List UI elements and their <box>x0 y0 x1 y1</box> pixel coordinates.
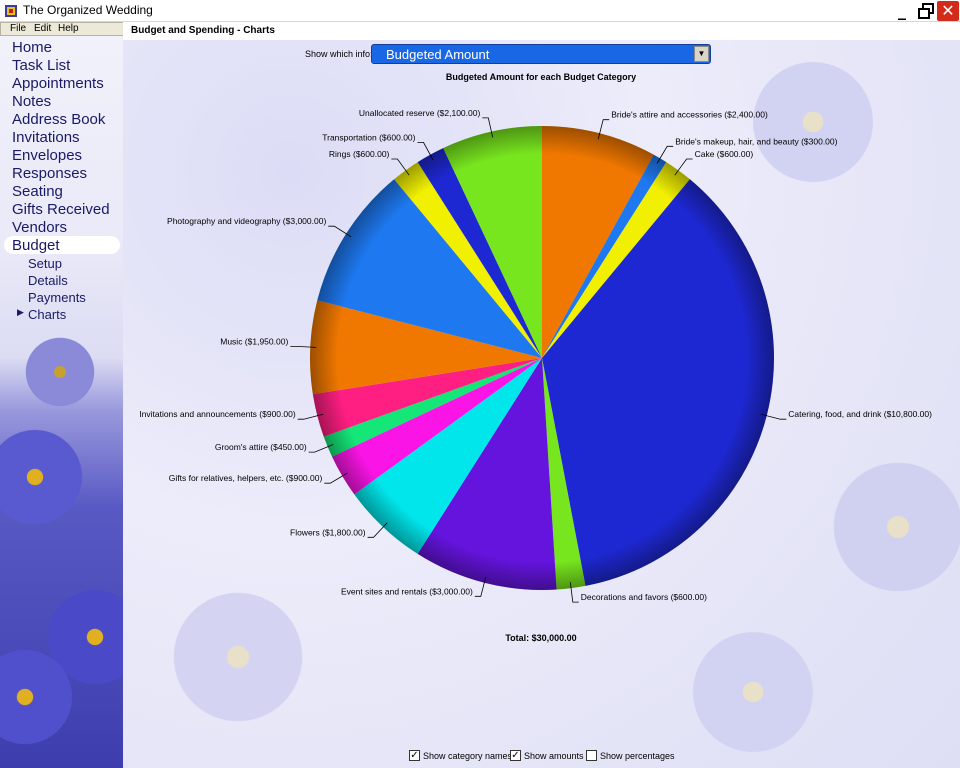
nav-notes[interactable]: Notes <box>12 93 51 110</box>
menu-help[interactable]: Help <box>58 23 79 35</box>
chart-title: Budgeted Amount for each Budget Category <box>446 72 636 82</box>
window-title: The Organized Wedding <box>23 3 153 17</box>
nav-envelopes[interactable]: Envelopes <box>12 147 82 164</box>
pie-chart: Budgeted Amount for each Budget Category… <box>139 72 932 643</box>
pie-slice-label: Bride's attire and accessories ($2,400.0… <box>611 110 768 120</box>
option-category-names-label: Show category names <box>423 751 513 761</box>
flower-decoration <box>0 422 90 532</box>
main-panel: Budget and Spending - Charts Show which … <box>123 22 960 768</box>
menu-edit[interactable]: Edit <box>34 23 51 35</box>
option-amounts-label: Show amounts <box>524 751 584 761</box>
pie-slice-label: Rings ($600.00) <box>329 149 390 159</box>
app-icon <box>5 5 17 17</box>
nav-seating[interactable]: Seating <box>12 183 63 200</box>
restore-icon[interactable] <box>916 1 936 21</box>
option-percentages-label: Show percentages <box>600 751 675 761</box>
flower-decoration <box>20 332 100 412</box>
nav-budget[interactable]: Budget <box>12 237 60 254</box>
nav-appointments[interactable]: Appointments <box>12 75 104 92</box>
nav-address-book[interactable]: Address Book <box>12 111 105 128</box>
menu-file[interactable]: File <box>10 23 26 35</box>
nav-responses[interactable]: Responses <box>12 165 87 182</box>
pie-slice-label: Groom's attire ($450.00) <box>215 442 307 452</box>
chart-total: Total: $30,000.00 <box>505 633 576 643</box>
nav-budget-setup[interactable]: Setup <box>28 256 62 271</box>
pie-slice-label: Event sites and rentals ($3,000.00) <box>341 586 473 596</box>
pie-slice-label: Catering, food, and drink ($10,800.00) <box>788 409 932 419</box>
menu-bar: File Edit Help <box>0 22 123 36</box>
minimize-icon[interactable]: _ <box>892 1 912 21</box>
pie-slice-label: Cake ($600.00) <box>695 149 754 159</box>
pie-slice-label: Flowers ($1,800.00) <box>290 527 366 537</box>
nav-budget-details[interactable]: Details <box>28 273 68 288</box>
close-icon[interactable]: ✕ <box>937 1 959 21</box>
pie-slice-label: Transportation ($600.00) <box>322 132 415 142</box>
checkbox-category-names[interactable]: ✓ <box>409 750 420 761</box>
nav-home[interactable]: Home <box>12 39 52 56</box>
pie-slice-label: Bride's makeup, hair, and beauty ($300.0… <box>675 136 837 146</box>
title-bar: The Organized Wedding _ ✕ <box>0 0 960 22</box>
nav-invitations[interactable]: Invitations <box>12 129 80 146</box>
nav-budget-payments[interactable]: Payments <box>28 290 86 305</box>
nav-vendors[interactable]: Vendors <box>12 219 67 236</box>
pie-slice-label: Invitations and announcements ($900.00) <box>139 409 296 419</box>
nav-task-list[interactable]: Task List <box>12 57 70 74</box>
checkbox-percentages[interactable] <box>586 750 597 761</box>
nav-budget-charts[interactable]: Charts <box>28 307 66 322</box>
selected-arrow-icon: ▶ <box>17 307 24 317</box>
pie-rim-shade <box>310 126 774 590</box>
pie-slice-label: Gifts for relatives, helpers, etc. ($900… <box>169 473 323 483</box>
pie-slice-label: Decorations and favors ($600.00) <box>581 592 707 602</box>
nav-gifts-received[interactable]: Gifts Received <box>12 201 110 218</box>
sidebar: File Edit Help Home Task List Appointmen… <box>0 22 123 768</box>
pie-slice-label: Unallocated reserve ($2,100.00) <box>359 108 481 118</box>
pie-slice-label: Photography and videography ($3,000.00) <box>167 216 326 226</box>
checkbox-amounts[interactable]: ✓ <box>510 750 521 761</box>
pie-slice-label: Music ($1,950.00) <box>220 336 288 346</box>
